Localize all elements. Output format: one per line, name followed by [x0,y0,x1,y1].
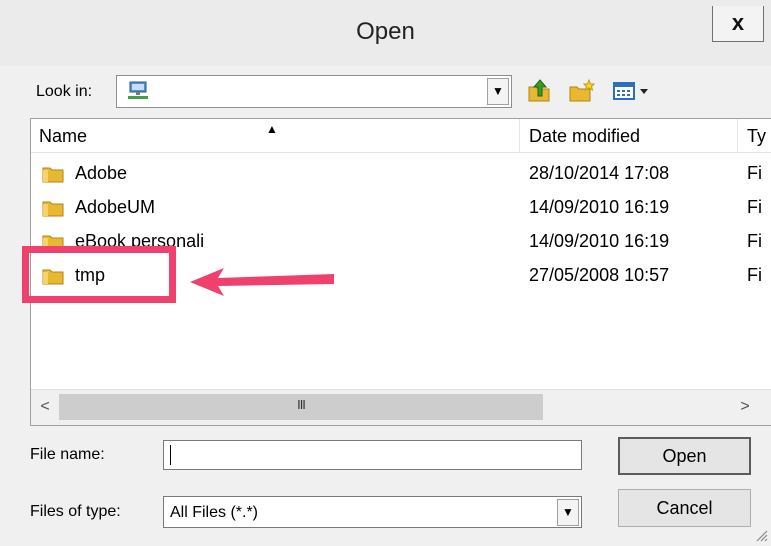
text-caret [170,445,171,465]
column-name[interactable]: Name [39,126,87,147]
window-title: Open [356,18,415,45]
files-of-type-label: Files of type: [30,503,121,520]
chevron-down-icon[interactable]: ▼ [487,78,509,105]
look-in-label: Look in: [36,83,93,100]
file-name-label: File name: [30,446,105,463]
cancel-button[interactable]: Cancel [618,489,751,527]
new-folder-icon[interactable] [568,78,596,104]
file-date: 28/10/2014 17:08 [529,163,670,183]
column-date-modified[interactable]: Date modified [529,126,640,147]
horizontal-scrollbar[interactable]: < III > [31,389,771,425]
folder-icon [42,201,64,217]
pointer-arrow-icon [190,268,334,296]
title-bar: Open x [0,0,771,66]
scroll-right-icon[interactable]: > [731,392,759,422]
resize-grip-icon[interactable] [754,528,768,542]
file-date: 14/09/2010 16:19 [529,231,670,251]
list-item[interactable]: Adobe 28/10/2014 17:08 Fi [31,157,771,191]
sort-up-icon: ▲ [266,122,278,136]
file-type: Fi [747,163,762,183]
up-folder-icon[interactable] [526,78,552,104]
file-type: Fi [747,231,762,251]
file-date: 27/05/2008 10:57 [529,265,670,285]
open-button[interactable]: Open [618,437,751,475]
file-name: AdobeUM [75,197,156,217]
file-type: Fi [747,197,762,217]
column-header: Name ▲ Date modified Ty [31,119,771,153]
files-of-type-value: All Files (*.*) [170,504,259,521]
highlight-box [22,246,176,303]
close-button[interactable]: x [712,6,764,42]
scroll-thumb[interactable]: III [59,394,543,420]
chevron-down-icon[interactable]: ▼ [557,499,579,526]
column-type[interactable]: Ty [747,126,766,147]
file-name: Adobe [75,163,128,183]
file-name-input[interactable] [163,440,582,470]
scroll-left-icon[interactable]: < [31,392,59,422]
file-date: 14/09/2010 16:19 [529,197,670,217]
scroll-grip: III [297,397,306,412]
folder-icon [42,167,64,183]
list-item[interactable]: AdobeUM 14/09/2010 16:19 Fi [31,191,771,225]
files-of-type-dropdown[interactable]: All Files (*.*) ▼ [163,496,582,528]
view-menu-icon[interactable] [612,78,652,104]
look-in-dropdown[interactable]: ▼ [116,75,512,108]
file-type: Fi [747,265,762,285]
network-computer-icon [128,81,148,99]
